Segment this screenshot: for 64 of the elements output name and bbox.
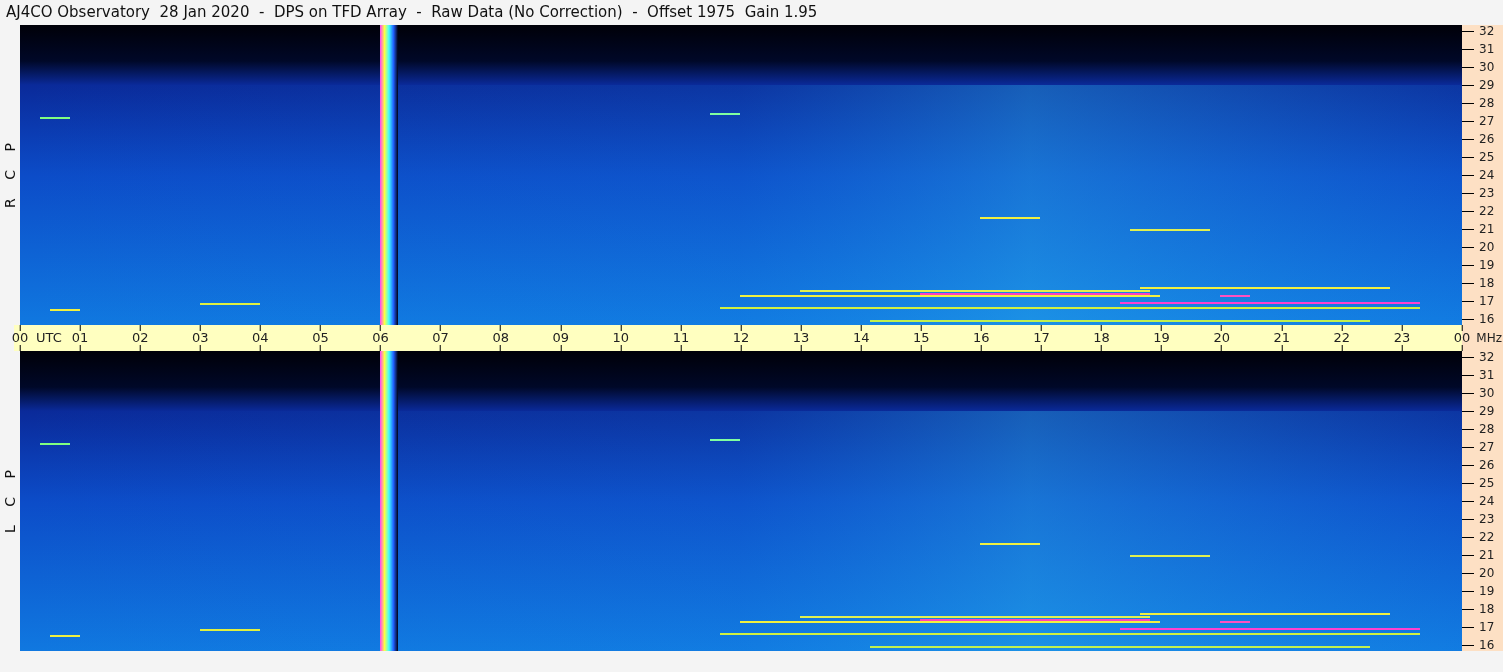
time-unit-label: UTC: [36, 331, 62, 345]
frequency-label: 23: [1479, 187, 1495, 199]
frequency-label: 27: [1479, 441, 1495, 453]
polarization-label: R C P: [0, 142, 19, 208]
polarization-label: L C P: [0, 469, 19, 533]
time-label: 09: [552, 331, 569, 345]
frequency-label: 31: [1479, 369, 1495, 381]
frequency-label: 23: [1479, 513, 1495, 525]
time-label: 00: [11, 331, 29, 345]
time-label: 23: [1393, 331, 1411, 345]
frequency-label: 18: [1479, 603, 1495, 615]
frequency-label: 29: [1479, 79, 1495, 91]
frequency-label: 24: [1479, 495, 1495, 507]
frequency-label: 27: [1479, 115, 1495, 127]
time-label: 20: [1213, 331, 1230, 345]
frequency-label: 28: [1479, 423, 1495, 435]
time-label: 12: [732, 331, 750, 345]
chart-title: AJ4CO Observatory 28 Jan 2020 - DPS on TFD Array - Raw Data (No Correction) - Offset 1975 Gain 1.95: [6, 2, 818, 24]
time-label: 00: [1453, 331, 1471, 345]
frequency-label: 25: [1479, 477, 1495, 489]
time-label: 15: [913, 331, 930, 345]
frequency-label: 25: [1479, 151, 1495, 163]
time-label: 21: [1273, 331, 1290, 345]
time-label: 03: [192, 331, 209, 345]
time-label: 05: [312, 331, 329, 345]
frequency-label: 16: [1479, 639, 1495, 651]
time-label: 04: [252, 331, 269, 345]
time-label: 22: [1333, 331, 1351, 345]
frequency-label: 17: [1479, 621, 1495, 633]
frequency-label: 30: [1479, 61, 1495, 73]
frequency-label: 31: [1479, 43, 1495, 55]
time-label: 01: [71, 331, 89, 345]
frequency-label: 28: [1479, 97, 1495, 109]
time-label: 19: [1153, 331, 1170, 345]
time-label: 02: [131, 331, 149, 345]
time-label: 06: [372, 331, 389, 345]
frequency-label: 22: [1479, 531, 1495, 543]
frequency-label: 16: [1479, 313, 1495, 325]
frequency-label: 20: [1479, 567, 1495, 579]
frequency-label: 20: [1479, 241, 1495, 253]
frequency-label: 17: [1479, 295, 1495, 307]
time-label: 16: [973, 331, 990, 345]
frequency-label: 26: [1479, 133, 1495, 145]
frequency-label: 18: [1479, 277, 1495, 289]
frequency-label: 21: [1479, 549, 1495, 561]
frequency-label: 19: [1479, 259, 1495, 271]
time-label: 18: [1093, 331, 1110, 345]
time-label: 10: [612, 331, 630, 345]
frequency-label: 22: [1479, 205, 1495, 217]
frequency-label: 32: [1479, 351, 1495, 363]
frequency-label: 30: [1479, 387, 1495, 399]
frequency-label: 21: [1479, 223, 1495, 235]
time-label: 07: [432, 331, 449, 345]
frequency-label: 29: [1479, 405, 1495, 417]
frequency-label: 24: [1479, 169, 1495, 181]
time-label: 11: [672, 331, 690, 345]
time-label: 13: [792, 331, 810, 345]
frequency-label: 32: [1479, 25, 1495, 37]
frequency-label: 19: [1479, 585, 1495, 597]
time-label: 08: [492, 331, 509, 345]
time-label: 14: [852, 331, 870, 345]
frequency-unit-label: MHz: [1476, 330, 1502, 347]
time-label: 17: [1033, 331, 1050, 345]
frequency-label: 26: [1479, 459, 1495, 471]
